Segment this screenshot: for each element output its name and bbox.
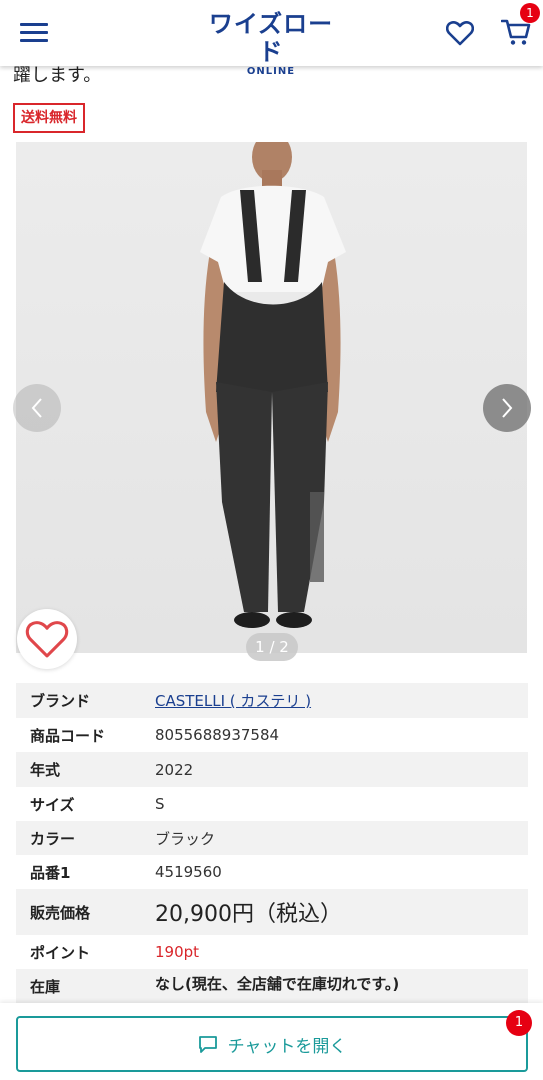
spec-row-stock: 在庫 なし(現在、全店舗で在庫切れです。) <box>16 969 528 1003</box>
spec-row-size: サイズ S <box>16 787 528 821</box>
chevron-right-icon <box>502 398 513 418</box>
spec-value: 2022 <box>155 760 194 779</box>
points-value: 190pt <box>155 943 200 961</box>
product-description-tail: 躍します。 <box>13 65 102 86</box>
product-photo-illustration <box>16 142 527 653</box>
price-value: 20,900円（税込） <box>155 902 342 927</box>
chat-unread-badge: 1 <box>506 1010 532 1036</box>
chat-bar: チャットを開く 1 <box>0 1003 543 1080</box>
spec-label: 販売価格 <box>30 903 91 922</box>
spec-value: ブラック <box>155 829 216 848</box>
chat-bubble-icon <box>198 1036 217 1053</box>
hamburger-menu-icon[interactable] <box>20 23 48 43</box>
spec-label: 在庫 <box>30 978 61 996</box>
free-shipping-badge: 送料無料 <box>13 103 85 133</box>
spec-label: カラー <box>30 829 76 848</box>
spec-row-brand: ブランド CASTELLI ( カステリ ) <box>16 683 528 718</box>
open-chat-button[interactable]: チャットを開く <box>16 1016 528 1072</box>
spec-label: 年式 <box>30 761 61 779</box>
spec-value: CASTELLI ( カステリ ) <box>155 690 528 711</box>
logo-sub-text: ONLINE <box>246 66 296 77</box>
spec-label: 商品コード <box>30 726 106 745</box>
spec-row-points: ポイント 190pt <box>16 935 528 969</box>
product-spec-table: ブランド CASTELLI ( カステリ ) 商品コード 80556889375… <box>16 683 528 1003</box>
spec-value: 4519560 <box>155 863 222 881</box>
site-header: ワイズロード ONLINE 1 <box>0 0 543 77</box>
spec-label: サイズ <box>30 795 75 814</box>
open-chat-label: チャットを開く <box>227 1036 347 1057</box>
brand-link[interactable]: CASTELLI ( カステリ ) <box>155 692 311 710</box>
gallery-next-button[interactable] <box>483 384 531 432</box>
spec-row-product-code: 商品コード 8055688937584 <box>16 718 528 752</box>
logo-main-text: ワイズロード <box>208 10 334 66</box>
spec-row-year: 年式 2022 <box>16 752 528 787</box>
stock-value: なし(現在、全店舗で在庫切れです。) <box>155 975 400 993</box>
heart-icon <box>25 621 69 658</box>
spec-row-color: カラー ブラック <box>16 821 528 855</box>
spec-row-price: 販売価格 20,900円（税込） <box>16 889 528 935</box>
spec-row-part-number: 品番1 4519560 <box>16 855 528 889</box>
product-image <box>16 142 527 653</box>
favorites-heart-icon[interactable] <box>445 20 475 46</box>
cart-count-badge: 1 <box>520 3 540 23</box>
site-logo[interactable]: ワイズロード ONLINE <box>206 10 336 78</box>
spec-label: ブランド <box>30 692 91 710</box>
add-to-favorites-button[interactable] <box>17 609 77 669</box>
spec-label: 品番1 <box>30 863 71 882</box>
spec-value: S <box>155 795 165 813</box>
chevron-left-icon <box>31 398 42 418</box>
spec-label: ポイント <box>30 943 91 962</box>
gallery-prev-button[interactable] <box>13 384 61 432</box>
spec-value: 8055688937584 <box>155 726 280 744</box>
gallery-pager: 1 / 2 <box>246 633 298 661</box>
